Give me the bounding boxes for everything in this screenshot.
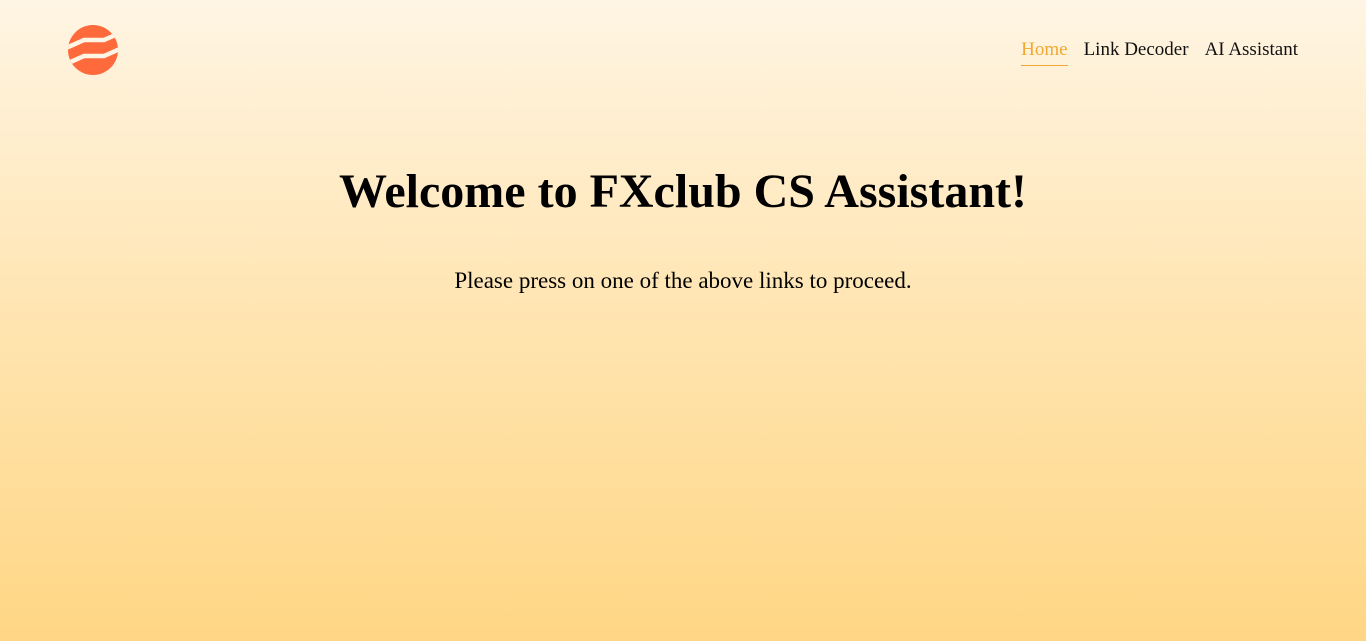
- nav-link-ai-assistant[interactable]: AI Assistant: [1205, 38, 1298, 66]
- nav-link-link-decoder[interactable]: Link Decoder: [1084, 38, 1189, 66]
- fxclub-logo-icon[interactable]: [68, 25, 118, 75]
- page-subtitle: Please press on one of the above links t…: [454, 268, 912, 293]
- nav-link-home[interactable]: Home: [1021, 38, 1068, 66]
- page-title: Welcome to FXclub CS Assistant!: [339, 165, 1027, 218]
- header: Home Link Decoder AI Assistant: [0, 0, 1366, 100]
- main-content: Welcome to FXclub CS Assistant! Please p…: [0, 160, 1366, 296]
- main-nav: Home Link Decoder AI Assistant: [1021, 38, 1298, 66]
